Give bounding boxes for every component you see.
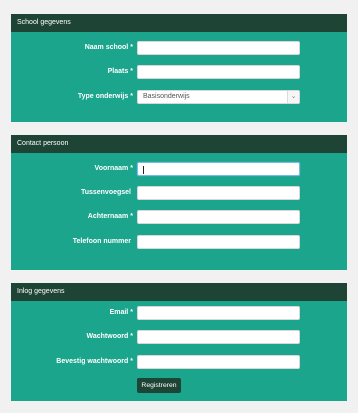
field-label: Plaats * <box>107 68 133 75</box>
field-label: Naam school * <box>84 44 133 51</box>
contact-panel-body: Voornaam * Tussenvoegsel Achternaam * Tele… <box>11 153 347 270</box>
education-type-select[interactable]: Basisonderwijs ⌄ <box>137 90 300 104</box>
form-row: Email * <box>11 306 347 320</box>
login-panel: Inlog gegevens Email * Wachtwoord * Bevest… <box>11 283 347 401</box>
field-label: Bevestig wachtwoord * <box>56 358 133 365</box>
chevron-down-icon[interactable]: ⌄ <box>287 91 299 103</box>
email-field[interactable] <box>137 306 300 320</box>
last-name-input[interactable] <box>137 210 300 224</box>
field-label: Telefoon nummer <box>72 238 131 245</box>
contact-panel-title: Contact persoon <box>11 135 347 153</box>
login-panel-title: Inlog gegevens <box>11 283 347 301</box>
infix-input[interactable] <box>137 186 300 200</box>
field-label: Achternaam * <box>87 213 133 220</box>
form-row: Achternaam * <box>11 210 347 224</box>
education-type-value: Basisonderwijs <box>143 93 190 100</box>
school-panel-title: School gegevens <box>11 14 347 32</box>
field-label: Voornaam * <box>94 165 133 172</box>
field-label: Type onderwijs * <box>77 93 133 100</box>
school-name-input[interactable] <box>137 41 300 55</box>
form-row: Bevestig wachtwoord * <box>11 355 347 369</box>
city-input[interactable] <box>137 65 300 79</box>
school-panel: School gegevens Naam school * Plaats * Typ… <box>11 14 347 122</box>
field-label: Email * <box>109 309 133 316</box>
form-row: Plaats * <box>11 65 347 79</box>
phone-input[interactable] <box>137 235 300 249</box>
login-panel-body: Email * Wachtwoord * Bevestig wachtwoord * … <box>11 301 347 401</box>
form-row: Naam school * <box>11 41 347 55</box>
form-row: Telefoon nummer <box>11 235 347 249</box>
text-caret <box>143 166 144 174</box>
form-row: Wachtwoord * <box>11 330 347 344</box>
form-row: Voornaam * <box>11 162 347 176</box>
form-row: Type onderwijs * Basisonderwijs ⌄ <box>11 90 347 104</box>
register-button[interactable]: Registreren <box>137 378 181 393</box>
form-row: Tussenvoegsel <box>11 186 347 200</box>
school-panel-body: Naam school * Plaats * Type onderwijs * Bas… <box>11 32 347 122</box>
contact-panel: Contact persoon Voornaam * Tussenvoegsel … <box>11 135 347 270</box>
field-label: Wachtwoord * <box>86 333 133 340</box>
confirm-password-field[interactable] <box>137 355 300 369</box>
field-label: Tussenvoegsel <box>80 189 131 196</box>
password-field[interactable] <box>137 330 300 344</box>
first-name-input[interactable] <box>137 162 300 176</box>
